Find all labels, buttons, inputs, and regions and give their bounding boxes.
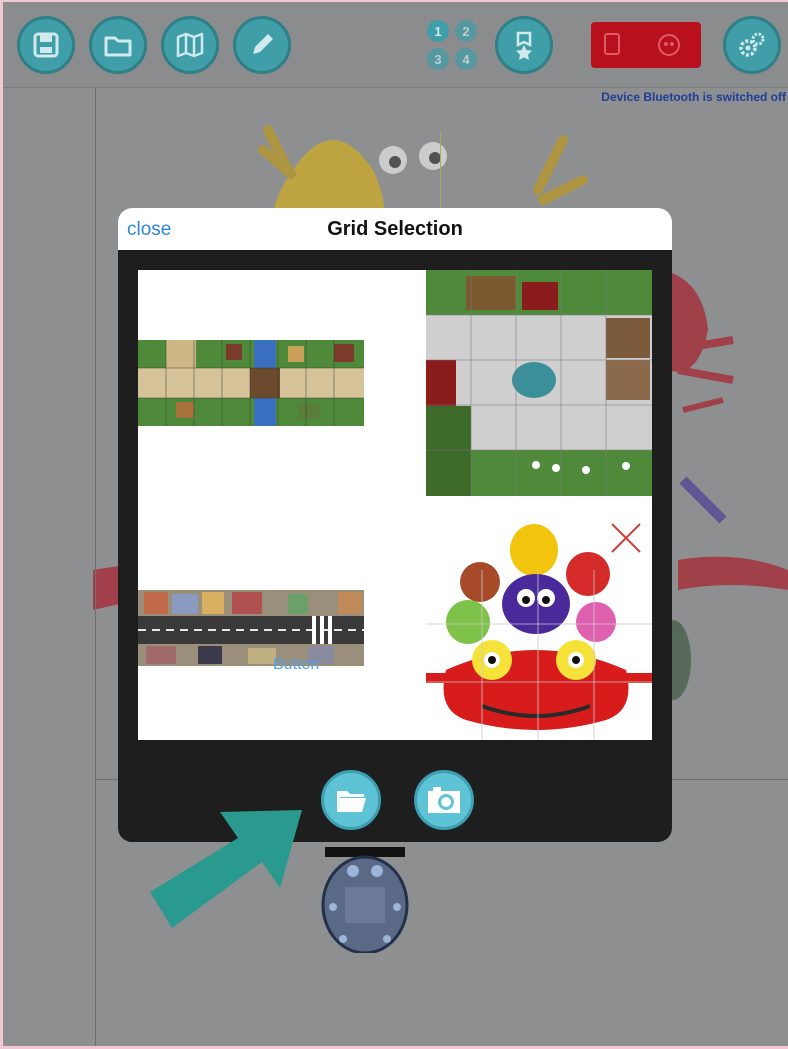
- level-number: 1: [434, 23, 442, 39]
- dialog-header: close Grid Selection: [118, 208, 672, 250]
- level-number: 4: [462, 51, 470, 67]
- achievement-button[interactable]: [495, 16, 553, 74]
- level-2-badge[interactable]: 2: [455, 20, 477, 42]
- grid-option-village[interactable]: [138, 340, 364, 426]
- camera-icon: [428, 787, 460, 813]
- folder-icon: [337, 791, 366, 812]
- camera-button[interactable]: [414, 770, 474, 830]
- level-number: 2: [462, 23, 470, 39]
- button-overlay-text[interactable]: Button: [273, 656, 319, 674]
- level-number: 3: [434, 51, 442, 67]
- level-4-badge[interactable]: 4: [455, 48, 477, 70]
- level-3-badge[interactable]: 3: [427, 48, 449, 70]
- board-grid-line: [440, 132, 441, 212]
- bluetooth-widget[interactable]: [591, 22, 701, 68]
- highlight-arrow: [150, 810, 302, 928]
- level-1-badge[interactable]: 1: [427, 20, 449, 42]
- open-button[interactable]: [89, 16, 147, 74]
- edit-button[interactable]: [233, 16, 291, 74]
- save-button[interactable]: [17, 16, 75, 74]
- grid-selection-dialog: close Grid Selection Button: [118, 208, 672, 842]
- settings-button[interactable]: [723, 16, 781, 74]
- dialog-title: Grid Selection: [327, 218, 463, 240]
- board-grid-line: [95, 88, 96, 1046]
- folder-icon: [104, 36, 132, 57]
- save-icon: [33, 32, 59, 58]
- bluetooth-device-icon: [604, 33, 680, 56]
- map-icon: [176, 32, 204, 58]
- grid-option-characters[interactable]: [426, 510, 652, 740]
- map-button[interactable]: [161, 16, 219, 74]
- grid-option-farm[interactable]: [426, 270, 652, 496]
- open-folder-button[interactable]: [321, 770, 381, 830]
- pencil-icon: [253, 34, 273, 54]
- badge-icon: [516, 31, 532, 60]
- bluetooth-status-text: Device Bluetooth is switched off: [601, 90, 786, 104]
- grid-option-city[interactable]: [138, 590, 364, 666]
- gears-icon: [739, 32, 765, 57]
- toolbar: 1 2 3 4: [3, 2, 788, 88]
- robot-image: [321, 847, 409, 953]
- grid-options-panel: Button: [138, 270, 652, 740]
